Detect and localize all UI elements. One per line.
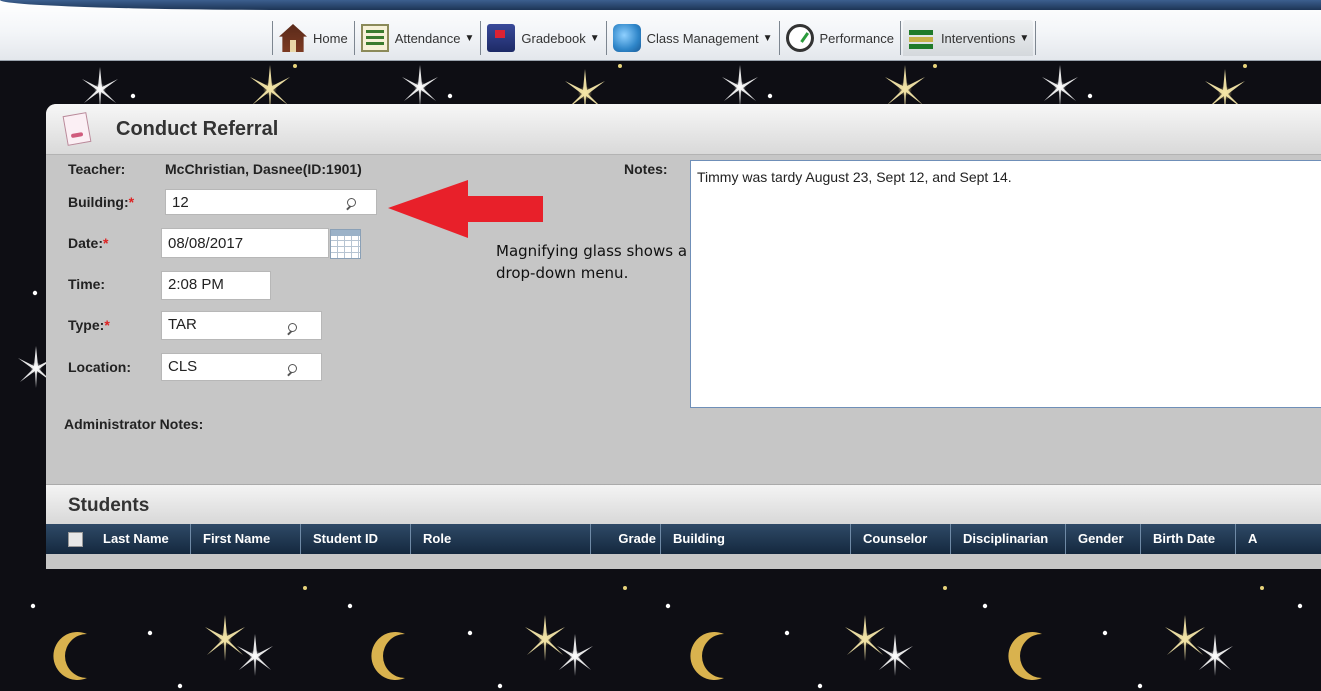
building-value: 12 [172,194,189,211]
date-label: Date:* [68,235,108,251]
students-section-header: Students [46,484,1321,525]
type-label: Type:* [68,317,110,333]
chevron-down-icon: ▼ [762,32,773,44]
students-grid-header: Last Name First Name Student ID Role Gra… [46,524,1321,554]
header-banner-edge [0,0,1321,10]
red-arrow-shape [388,180,543,238]
required-marker: * [104,317,110,333]
interventions-icon [907,24,935,52]
nav-performance-label: Performance [819,30,894,46]
column-building[interactable]: Building [661,524,851,554]
chevron-down-icon: ▼ [589,32,600,44]
building-label-text: Building: [68,194,129,210]
nav-gradebook-label: Gradebook [521,30,586,46]
nav-class-management[interactable]: Class Management ▼ [609,20,777,56]
column-disciplinarian[interactable]: Disciplinarian [951,524,1066,554]
panel-header: Conduct Referral [46,104,1321,155]
students-title: Students [68,495,150,516]
location-value: CLS [168,358,198,375]
nav-separator [605,21,607,55]
annotation-line-2: drop-down menu. [496,264,629,282]
nav-separator [899,21,901,55]
nav-separator [778,21,780,55]
required-marker: * [128,194,135,210]
administrator-notes-label: Administrator Notes: [64,416,204,432]
column-birth-date[interactable]: Birth Date [1141,524,1236,554]
date-label-text: Date: [68,235,104,251]
referral-document-icon [62,112,92,146]
column-a[interactable]: A [1236,524,1276,554]
performance-icon [785,24,814,52]
select-all-checkbox[interactable] [68,531,83,547]
date-field[interactable]: 08/08/2017 [161,228,329,258]
column-first-name[interactable]: First Name [191,524,301,554]
building-label: Building:* [68,194,134,210]
column-last-name[interactable]: Last Name [91,524,191,554]
top-navigation-bar: Home Attendance ▼ Gradebook ▼ Class Mana… [0,0,1321,61]
column-counselor[interactable]: Counselor [851,524,951,554]
nav-class-management-label: Class Management [646,30,759,46]
nav-home[interactable]: Home [275,20,352,56]
nav-attendance[interactable]: Attendance ▼ [357,20,479,56]
column-gender[interactable]: Gender [1066,524,1141,554]
date-value: 08/08/2017 [168,235,244,252]
annotation-line-1: Magnifying glass shows a [496,242,688,260]
search-icon[interactable] [286,364,297,375]
nav-separator [480,21,482,55]
calendar-icon[interactable] [330,229,361,259]
nav-interventions-label: Interventions [940,30,1016,46]
nav-gradebook[interactable]: Gradebook ▼ [483,20,603,56]
time-field[interactable]: 2:08 PM [161,271,271,300]
type-field[interactable]: TAR [161,311,322,340]
nav-separator [272,21,273,55]
home-icon [279,24,307,52]
type-label-text: Type: [68,317,105,333]
annotation-arrow [388,180,543,238]
nav-home-label: Home [313,30,348,46]
column-grade[interactable]: Grade [591,524,661,554]
teacher-label: Teacher: [68,161,126,177]
location-label: Location: [68,359,131,375]
attendance-icon [360,24,389,52]
time-label: Time: [68,276,106,292]
search-icon[interactable] [345,198,356,209]
nav-interventions[interactable]: Interventions ▼ [902,20,1034,56]
nav-separator [1035,21,1037,55]
nav-attendance-label: Attendance [394,30,461,46]
annotation-text: Magnifying glass shows a drop-down menu. [496,240,796,284]
time-value: 2:08 PM [168,276,224,293]
column-role[interactable]: Role [411,524,591,554]
location-field[interactable]: CLS [161,353,322,381]
notes-textarea[interactable]: Timmy was tardy August 23, Sept 12, and … [690,160,1321,408]
nav-performance[interactable]: Performance [782,20,898,56]
page-title: Conduct Referral [116,118,279,140]
building-field[interactable]: 12 [165,189,377,215]
notes-label: Notes: [624,161,668,177]
main-menu: Home Attendance ▼ Gradebook ▼ Class Mana… [270,18,1038,58]
search-icon[interactable] [286,323,297,334]
required-marker: * [103,235,109,251]
chevron-down-icon: ▼ [464,32,475,44]
type-value: TAR [168,316,197,333]
chevron-down-icon: ▼ [1019,32,1030,44]
nav-separator [353,21,355,55]
class-management-icon [612,24,641,52]
column-student-id[interactable]: Student ID [301,524,411,554]
gradebook-icon [487,24,516,52]
teacher-value: McChristian, Dasnee(ID:1901) [165,161,362,177]
conduct-referral-panel: Conduct Referral Teacher: McChristian, D… [46,104,1321,569]
